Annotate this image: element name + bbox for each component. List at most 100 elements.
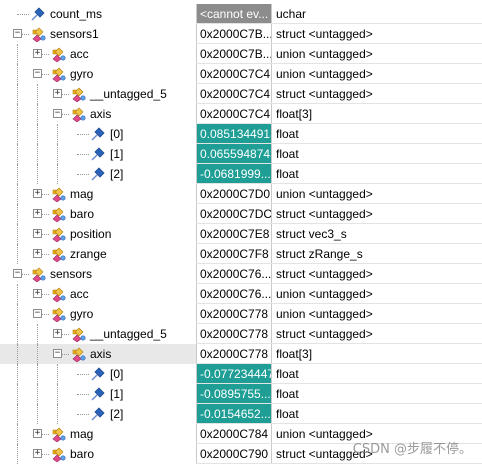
name-cell[interactable]: − gyro <box>0 304 196 324</box>
value-cell[interactable]: <cannot ev... <box>196 4 271 24</box>
type-cell: union <untagged> <box>271 44 482 64</box>
value-cell[interactable]: 0x2000C7C4 <box>196 64 271 84</box>
value-cell[interactable]: 0x2000C7D0 <box>196 184 271 204</box>
expand-icon[interactable]: + <box>53 89 62 98</box>
type-cell: union <untagged> <box>271 284 482 304</box>
struct-icon <box>50 306 66 323</box>
value-cell[interactable]: 0x2000C7DC <box>196 204 271 224</box>
value-cell[interactable]: -0.0895755... <box>196 384 271 404</box>
name-cell[interactable]: + baro <box>0 444 196 464</box>
value-cell[interactable]: 0x2000C784 <box>196 424 271 444</box>
name-cell[interactable]: − axis <box>0 104 196 124</box>
tree-row[interactable]: + baro 0x2000C7DC struct <untagged> <box>0 204 482 224</box>
name-cell[interactable]: + __untagged_5 <box>0 84 196 104</box>
name-cell[interactable]: + baro <box>0 204 196 224</box>
value-cell[interactable]: 0.0655948743 <box>196 144 271 164</box>
value-cell[interactable]: 0x2000C76... <box>196 264 271 284</box>
value-cell[interactable]: -0.0154652... <box>196 404 271 424</box>
variable-name: baro <box>70 447 95 461</box>
tree-row[interactable]: [0] -0.077234447 float <box>0 364 482 384</box>
tree-row[interactable]: [2] -0.0154652... float <box>0 404 482 424</box>
tree-row[interactable]: − gyro 0x2000C778 union <untagged> <box>0 304 482 324</box>
value-cell[interactable]: 0x2000C7B... <box>196 24 271 44</box>
tree-row[interactable]: − sensors 0x2000C76... struct <untagged> <box>0 264 482 284</box>
expand-icon[interactable]: + <box>33 449 42 458</box>
name-cell[interactable]: [1] <box>0 384 196 404</box>
name-cell[interactable]: + mag <box>0 424 196 444</box>
name-cell[interactable]: − sensors <box>0 264 196 284</box>
expand-icon[interactable]: + <box>33 49 42 58</box>
tree-guide-line <box>17 404 18 424</box>
tree-row[interactable]: − sensors1 0x2000C7B... struct <untagged> <box>0 24 482 44</box>
name-cell[interactable]: [2] <box>0 404 196 424</box>
collapse-icon[interactable]: − <box>13 29 22 38</box>
collapse-icon[interactable]: − <box>13 269 22 278</box>
name-cell[interactable]: [2] <box>0 164 196 184</box>
value-cell[interactable]: 0x2000C7B... <box>196 44 271 64</box>
name-cell[interactable]: count_ms <box>0 4 196 24</box>
tree-guide-line <box>37 84 38 104</box>
tree-row[interactable]: + acc 0x2000C7B... union <untagged> <box>0 44 482 64</box>
tree-row[interactable]: [2] -0.0681999... float <box>0 164 482 184</box>
name-cell[interactable]: − axis <box>0 344 196 364</box>
value-cell[interactable]: 0x2000C790 <box>196 444 271 464</box>
expand-icon[interactable]: + <box>33 209 42 218</box>
value-cell[interactable]: -0.077234447 <box>196 364 271 384</box>
value-cell[interactable]: 0x2000C778 <box>196 304 271 324</box>
tree-row[interactable]: + __untagged_5 0x2000C7C4 struct <untagged> <box>0 84 482 104</box>
name-cell[interactable]: + acc <box>0 44 196 64</box>
tree-row[interactable]: [1] -0.0895755... float <box>0 384 482 404</box>
name-cell[interactable]: − gyro <box>0 64 196 84</box>
type-cell: union <untagged> <box>271 304 482 324</box>
tree-row[interactable]: + acc 0x2000C76... union <untagged> <box>0 284 482 304</box>
expand-icon[interactable]: + <box>33 229 42 238</box>
value-cell[interactable]: 0x2000C778 <box>196 324 271 344</box>
type-cell: float <box>271 124 482 144</box>
tree-row[interactable]: − gyro 0x2000C7C4 union <untagged> <box>0 64 482 84</box>
name-cell[interactable]: [0] <box>0 364 196 384</box>
value-cell[interactable]: 0x2000C778 <box>196 344 271 364</box>
struct-icon <box>50 46 66 63</box>
name-cell[interactable]: + zrange <box>0 244 196 264</box>
value-cell[interactable]: -0.0681999... <box>196 164 271 184</box>
tree-connector <box>77 374 89 375</box>
expand-icon[interactable]: + <box>33 429 42 438</box>
tree-guide-line <box>17 244 18 264</box>
name-cell[interactable]: [0] <box>0 124 196 144</box>
expand-icon[interactable]: + <box>33 189 42 198</box>
expand-icon[interactable]: + <box>53 329 62 338</box>
value-cell[interactable]: 0x2000C7F8 <box>196 244 271 264</box>
name-cell[interactable]: − sensors1 <box>0 24 196 44</box>
tree-row[interactable]: + position 0x2000C7E8 struct vec3_s <box>0 224 482 244</box>
tree-row[interactable]: count_ms <cannot ev... uchar <box>0 4 482 24</box>
name-cell[interactable]: + position <box>0 224 196 244</box>
tree-guide-line <box>17 324 18 344</box>
tree-row[interactable]: − axis 0x2000C778 float[3] <box>0 344 482 364</box>
tree-row[interactable]: − axis 0x2000C7C4 float[3] <box>0 104 482 124</box>
expand-icon[interactable]: + <box>33 289 42 298</box>
collapse-icon[interactable]: − <box>33 69 42 78</box>
collapse-icon[interactable]: − <box>33 309 42 318</box>
value-cell[interactable]: 0x2000C7C4 <box>196 104 271 124</box>
tree-row[interactable]: + zrange 0x2000C7F8 struct zRange_s <box>0 244 482 264</box>
variable-name: acc <box>70 47 89 61</box>
value-cell[interactable]: 0x2000C7C4 <box>196 84 271 104</box>
struct-icon <box>70 346 86 363</box>
name-cell[interactable]: [1] <box>0 144 196 164</box>
name-cell[interactable]: + mag <box>0 184 196 204</box>
type-cell: uchar <box>271 4 482 24</box>
name-cell[interactable]: + __untagged_5 <box>0 324 196 344</box>
tree-row[interactable]: + mag 0x2000C7D0 union <untagged> <box>0 184 482 204</box>
pin-icon <box>90 406 106 422</box>
collapse-icon[interactable]: − <box>53 349 62 358</box>
tree-row[interactable]: + __untagged_5 0x2000C778 struct <untagged> <box>0 324 482 344</box>
value-cell[interactable]: 0x2000C7E8 <box>196 224 271 244</box>
tree-row[interactable]: [0] 0.0851344913 float <box>0 124 482 144</box>
tree-row[interactable]: [1] 0.0655948743 float <box>0 144 482 164</box>
collapse-icon[interactable]: − <box>53 109 62 118</box>
name-cell[interactable]: + acc <box>0 284 196 304</box>
value-cell[interactable]: 0.0851344913 <box>196 124 271 144</box>
tree-guide-line <box>37 364 38 384</box>
expand-icon[interactable]: + <box>33 249 42 258</box>
value-cell[interactable]: 0x2000C76... <box>196 284 271 304</box>
